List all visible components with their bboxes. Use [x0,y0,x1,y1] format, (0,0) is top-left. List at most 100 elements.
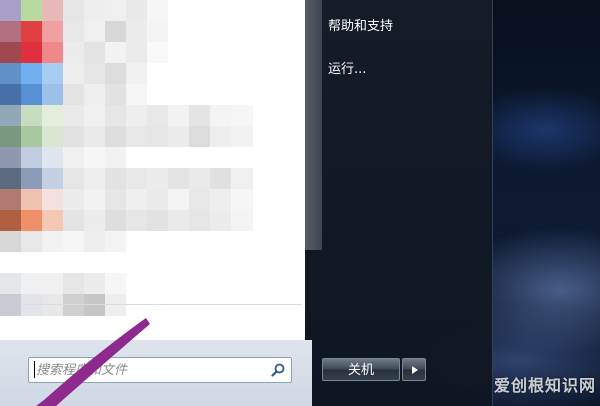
mosaic-cell [21,294,43,316]
mosaic-cell [0,168,22,190]
mosaic-cell [105,252,127,274]
mosaic-cell [231,189,253,211]
mosaic-cell [84,294,106,316]
mosaic-cell [63,63,85,85]
mosaic-cell [42,21,64,43]
mosaic-cell [168,21,190,43]
mosaic-cell [126,105,148,127]
mosaic-cell [126,126,148,148]
mosaic-cell [84,42,106,64]
mosaic-cell [0,42,22,64]
mosaic-cell [210,294,232,316]
mosaic-cell [105,147,127,169]
mosaic-cell [63,252,85,274]
mosaic-cell [0,63,22,85]
mosaic-cell [189,63,211,85]
search-input[interactable] [36,361,261,379]
mosaic-cell [42,210,64,232]
mosaic-cell [189,147,211,169]
mosaic-cell [147,273,169,295]
mosaic-cell [0,273,22,295]
mosaic-cell [189,231,211,253]
mosaic-cell [42,105,64,127]
mosaic-cell [84,231,106,253]
search-icon[interactable] [271,363,285,377]
mosaic-cell [147,210,169,232]
mosaic-cell [168,105,190,127]
mosaic-cell [42,231,64,253]
mosaic-cell [210,273,232,295]
mosaic-cell [189,189,211,211]
mosaic-cell [42,63,64,85]
mosaic-cell [231,210,253,232]
mosaic-cell [126,84,148,106]
mosaic-cell [0,189,22,211]
mosaic-cell [168,0,190,22]
mosaic-cell [126,0,148,22]
mosaic-cell [147,147,169,169]
mosaic-cell [63,231,85,253]
mosaic-cell [210,189,232,211]
mosaic-cell [21,168,43,190]
mosaic-cell [21,126,43,148]
mosaic-cell [147,189,169,211]
mosaic-cell [63,126,85,148]
search-box[interactable] [28,357,292,383]
shutdown-button[interactable]: 关机 [322,358,400,381]
mosaic-cell [189,126,211,148]
mosaic-cell [63,0,85,22]
run-link[interactable]: 运行... [328,58,366,77]
mosaic-cell [21,273,43,295]
mosaic-cell [147,252,169,274]
mosaic-cell [231,42,253,64]
mosaic-cell [42,168,64,190]
mosaic-cell [105,210,127,232]
mosaic-cell [21,84,43,106]
mosaic-cell [210,63,232,85]
mosaic-cell [63,42,85,64]
mosaic-cell [21,42,43,64]
mosaic-cell [42,252,64,274]
mosaic-cell [21,189,43,211]
mosaic-cell [105,168,127,190]
mosaic-cell [189,252,211,274]
mosaic-cell [168,126,190,148]
mosaic-cell [21,0,43,22]
help-and-support-link[interactable]: 帮助和支持 [328,15,393,34]
mosaic-cell [21,21,43,43]
mosaic-cell [21,252,43,274]
mosaic-cell [63,189,85,211]
mosaic-cell [126,252,148,274]
text-cursor [34,361,35,378]
mosaic-cell [0,126,22,148]
mosaic-cell [231,126,253,148]
mosaic-cell [0,105,22,127]
mosaic-cell [105,105,127,127]
mosaic-cell [105,0,127,22]
mosaic-cell [168,231,190,253]
mosaic-cell [105,63,127,85]
mosaic-cell [84,126,106,148]
mosaic-cell [105,126,127,148]
mosaic-cell [147,126,169,148]
mosaic-cell [84,63,106,85]
mosaic-cell [21,105,43,127]
mosaic-cell [0,84,22,106]
mosaic-cell [168,168,190,190]
mosaic-cell [189,105,211,127]
mosaic-cell [231,252,253,274]
mosaic-cell [0,252,22,274]
mosaic-cell [105,294,127,316]
mosaic-cell [105,42,127,64]
mosaic-cell [42,0,64,22]
shutdown-options-button[interactable] [402,358,426,381]
chevron-right-icon [412,366,418,374]
mosaic-cell [42,147,64,169]
mosaic-cell [0,294,22,316]
mosaic-cell [63,147,85,169]
mosaic-cell [126,42,148,64]
program-list-separator [22,304,302,305]
mosaic-cell [126,21,148,43]
mosaic-cell [210,84,232,106]
mosaic-cell [147,168,169,190]
